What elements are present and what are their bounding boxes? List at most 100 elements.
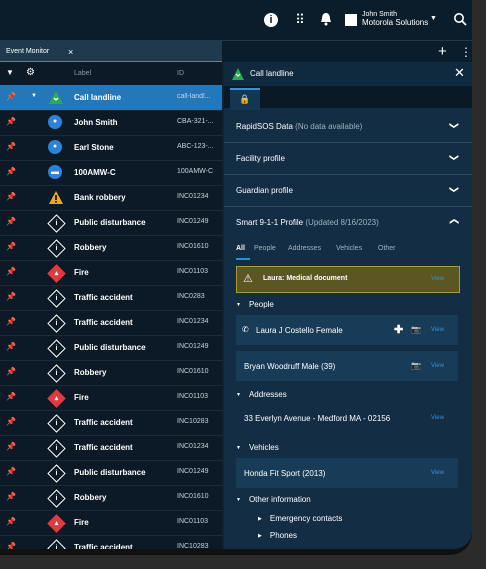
table-row[interactable]: 📌 i Traffic accident INC10283 (0, 410, 222, 436)
pin-icon[interactable]: 📌 (6, 117, 16, 126)
incident-diamond-icon: i (47, 464, 66, 483)
subtab-people[interactable]: People (254, 245, 276, 252)
pin-icon[interactable]: 📌 (6, 492, 16, 501)
addresses-header[interactable]: ▼ Addresses (236, 390, 287, 399)
pin-icon[interactable]: 📌 (6, 417, 16, 426)
subtab-addresses[interactable]: Addresses (288, 245, 321, 252)
tab-event-monitor[interactable]: Event Monitor × (0, 41, 222, 63)
more-options-icon[interactable]: ⋮ (460, 43, 472, 61)
pin-icon[interactable]: 📌 (6, 517, 16, 526)
gear-icon[interactable]: ⚙ (26, 67, 35, 78)
pin-icon[interactable]: 📌 (6, 217, 16, 226)
row-id: INC10283 (177, 418, 209, 425)
table-row[interactable]: 📌 i Robbery INC01610 (0, 485, 222, 511)
detail-panel: Call landline ✕ 🔒 RapidSOS Data (No data… (224, 62, 472, 549)
fire-diamond-icon: ▴ (47, 264, 66, 283)
table-row[interactable]: 📌 i Public disturbance INC01249 (0, 460, 222, 486)
table-row[interactable]: 📌 ▼ Call landline call-landl... (0, 85, 222, 111)
row-id: INC01234 (177, 443, 209, 450)
avatar[interactable] (345, 14, 357, 26)
table-row[interactable]: 📌 i Robbery INC01610 (0, 360, 222, 386)
incident-diamond-icon: i (47, 289, 66, 308)
table-row[interactable]: 📌 ▴ Fire INC01103 (0, 510, 222, 536)
pin-icon[interactable]: 📌 (6, 467, 16, 476)
row-id: 100AMW-C (177, 168, 214, 175)
pin-icon[interactable]: 📌 (6, 392, 16, 401)
incident-diamond-icon: i (47, 214, 66, 233)
person-circle-icon: ● (48, 115, 64, 131)
other-info-header[interactable]: ▼ Other information (236, 495, 311, 504)
people-header[interactable]: ▼ People (236, 300, 274, 309)
panel-title: Call landline (250, 69, 294, 78)
table-row[interactable]: 📌 Bank robbery INC01234 (0, 185, 222, 211)
vehicles-header[interactable]: ▼ Vehicles (236, 443, 279, 452)
apps-grid-icon[interactable]: ⠿ (292, 12, 308, 28)
add-tab-icon[interactable]: + (438, 42, 447, 62)
person-circle-icon: ● (48, 140, 64, 156)
table-row[interactable]: 📌 i Public disturbance INC01249 (0, 335, 222, 361)
smart911-section[interactable]: Smart 9-1-1 Profile (Updated 8/16/2023) … (224, 206, 472, 238)
table-row[interactable]: 📌 i Traffic accident INC0283 (0, 285, 222, 311)
table-row[interactable]: 📌 i Traffic accident INC01234 (0, 435, 222, 461)
pin-icon[interactable]: 📌 (6, 442, 16, 451)
phone-triangle-icon (231, 67, 245, 81)
alert-view-link[interactable]: View (431, 276, 444, 282)
incident-diamond-icon: i (47, 364, 66, 383)
pin-icon[interactable]: 📌 (6, 142, 16, 151)
user-org: Motorola Solutions (362, 18, 429, 27)
table-row[interactable]: 📌 i Public disturbance INC01249 (0, 210, 222, 236)
user-info[interactable]: John Smith Motorola Solutions (362, 11, 428, 27)
pin-icon[interactable]: 📌 (6, 192, 16, 201)
incident-diamond-icon: i (47, 439, 66, 458)
close-icon[interactable]: ✕ (454, 65, 465, 81)
incident-diamond-icon: i (47, 314, 66, 333)
view-link[interactable]: View (431, 415, 444, 421)
lock-tab[interactable]: 🔒 (230, 88, 260, 110)
row-label: 100AMW-C (74, 168, 116, 177)
pin-icon[interactable]: 📌 (6, 317, 16, 326)
pin-icon[interactable]: 📌 (6, 167, 16, 176)
filter-icon[interactable]: ▼ (6, 68, 14, 77)
row-label: Traffic accident (74, 318, 133, 327)
caret-icon: ▼ (236, 496, 241, 503)
table-row[interactable]: 📌 i Traffic accident INC10283 (0, 535, 222, 549)
table-row[interactable]: 📌 i Robbery INC01610 (0, 235, 222, 261)
column-label[interactable]: Label (74, 70, 91, 77)
pin-icon[interactable]: 📌 (6, 267, 16, 276)
search-icon[interactable] (452, 12, 468, 29)
view-link[interactable]: View (431, 363, 444, 369)
emergency-contacts-item[interactable]: ▶ Emergency contacts (258, 514, 342, 523)
notification-bell-icon[interactable] (318, 12, 334, 29)
row-id: call-landl... (177, 93, 211, 100)
view-link[interactable]: View (431, 470, 444, 476)
pin-icon[interactable]: 📌 (6, 342, 16, 351)
row-label: Fire (74, 268, 89, 277)
table-row[interactable]: 📌 ▴ Fire INC01103 (0, 260, 222, 286)
pin-icon[interactable]: 📌 (6, 242, 16, 251)
table-row[interactable]: 📌 ● John Smith CBA-321-... (0, 110, 222, 136)
view-link[interactable]: View (431, 327, 444, 333)
rapidsos-section[interactable]: RapidSOS Data (No data available) ❯ (224, 110, 472, 143)
pin-icon[interactable]: 📌 (6, 292, 16, 301)
subtab-other[interactable]: Other (378, 245, 396, 252)
smart911-updated: (Updated 8/16/2023) (305, 218, 379, 227)
phones-item[interactable]: ▶ Phones (258, 531, 297, 540)
subtab-all[interactable]: All (236, 245, 245, 252)
pin-icon[interactable]: 📌 (6, 92, 16, 101)
facility-section[interactable]: Facility profile ❯ (224, 142, 472, 175)
close-icon[interactable]: × (68, 41, 73, 63)
table-row[interactable]: 📌 ▬ 100AMW-C 100AMW-C (0, 160, 222, 186)
row-id: INC01234 (177, 318, 209, 325)
person-text: Laura J Costello Female (256, 326, 343, 335)
subtab-vehicles[interactable]: Vehicles (336, 245, 362, 252)
pin-icon[interactable]: 📌 (6, 367, 16, 376)
table-row[interactable]: 📌 ● Earl Stone ABC-123-... (0, 135, 222, 161)
table-row[interactable]: 📌 ▴ Fire INC01103 (0, 385, 222, 411)
pin-icon[interactable]: 📌 (6, 542, 16, 549)
caret-icon[interactable]: ▼ (31, 93, 37, 99)
table-row[interactable]: 📌 i Traffic accident INC01234 (0, 310, 222, 336)
chevron-down-icon[interactable]: ▼ (430, 15, 437, 22)
column-id[interactable]: ID (177, 70, 184, 77)
guardian-section[interactable]: Guardian profile ❯ (224, 174, 472, 207)
info-icon[interactable]: i (264, 13, 278, 27)
